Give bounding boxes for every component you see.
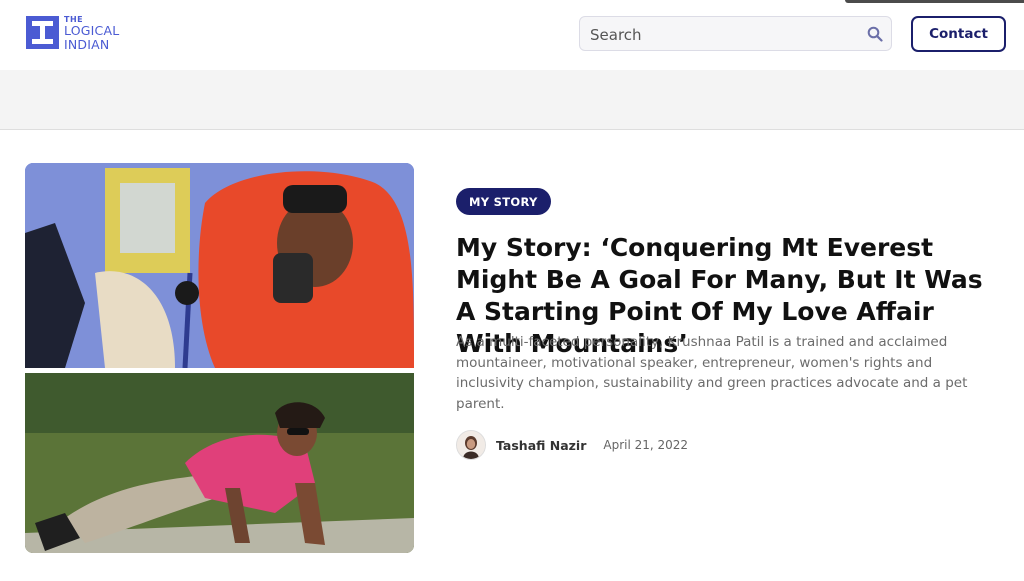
article-hero-image[interactable] bbox=[25, 163, 414, 553]
hero-photo-top bbox=[25, 163, 414, 369]
article-excerpt: As a multi-faceted personality, Krushnaa… bbox=[456, 334, 968, 412]
browser-overlay-edge bbox=[845, 0, 1024, 3]
search-box bbox=[579, 16, 892, 52]
article-byline: Tashafi Nazir April 21, 2022 bbox=[456, 430, 688, 460]
ad-banner-area bbox=[0, 70, 1024, 130]
site-header: THE LOGICAL INDIAN Contact bbox=[0, 0, 1024, 70]
author-avatar[interactable] bbox=[456, 430, 486, 460]
search-icon[interactable] bbox=[867, 26, 883, 42]
contact-button[interactable]: Contact bbox=[911, 16, 1006, 52]
category-badge[interactable]: MY STORY bbox=[456, 188, 551, 215]
author-name[interactable]: Tashafi Nazir bbox=[496, 438, 586, 453]
logo-wordmark: THE LOGICAL INDIAN bbox=[64, 16, 119, 51]
search-input[interactable] bbox=[588, 17, 852, 52]
logo-line-2: LOGICAL bbox=[64, 23, 120, 38]
site-logo[interactable]: THE LOGICAL INDIAN bbox=[26, 16, 119, 51]
hero-photo-bottom bbox=[25, 373, 414, 553]
logo-line-3: INDIAN bbox=[64, 36, 110, 52]
logo-mark-icon bbox=[26, 16, 59, 49]
publish-date: April 21, 2022 bbox=[603, 438, 689, 452]
